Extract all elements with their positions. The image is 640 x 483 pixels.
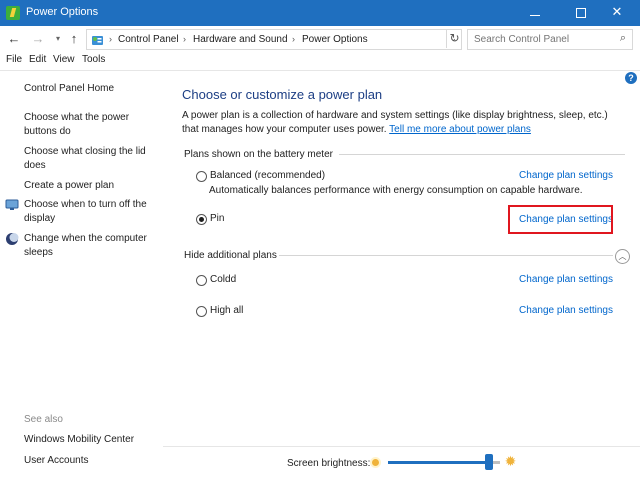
address-field[interactable]: › Control Panel › Hardware and Sound › P… [86,29,462,50]
main-content: ? Choose or customize a power plan A pow… [163,71,640,483]
maximize-icon [576,8,586,18]
sidebar-link-closing-lid[interactable]: Choose what closing the lid does [24,145,154,173]
see-also-heading: See also [24,414,63,425]
sidebar-link-power-buttons[interactable]: Choose what the power buttons do [24,111,154,139]
help-icon[interactable]: ? [625,72,637,84]
minimize-button[interactable] [512,0,558,26]
sidebar-link-control-panel-home[interactable]: Control Panel Home [24,82,154,96]
radio-pin[interactable] [196,214,207,225]
battery-meter-group-header: Plans shown on the battery meter [184,149,333,160]
window-title: Power Options [26,6,99,18]
breadcrumb-control-panel[interactable]: Control Panel [118,34,179,45]
power-options-icon [6,6,20,20]
breadcrumb-hardware-and-sound[interactable]: Hardware and Sound [193,34,288,45]
breadcrumb-separator: › [292,34,295,44]
search-icon[interactable]: ⌕ [620,32,626,45]
minimize-icon [530,15,540,16]
sidebar-link-computer-sleeps[interactable]: Change when the computer sleeps [24,232,154,260]
change-plan-settings-coldd[interactable]: Change plan settings [519,274,613,285]
brightness-slider-track[interactable] [388,461,500,464]
group-divider [279,255,613,256]
menu-file[interactable]: File [6,54,22,65]
hide-additional-plans-header: Hide additional plans [184,250,277,261]
plan-name-balanced[interactable]: Balanced (recommended) [210,170,325,181]
refresh-icon[interactable]: ↻ [446,30,462,48]
display-icon [5,199,19,210]
sidebar-link-mobility-center[interactable]: Windows Mobility Center [24,433,154,447]
group-divider [339,154,625,155]
breadcrumb-power-options[interactable]: Power Options [302,34,368,45]
plan-name-high-all[interactable]: High all [210,305,243,316]
up-arrow-icon[interactable]: ↑ [66,31,82,47]
close-icon: ✕ [611,4,623,19]
sleep-moon-icon [6,233,19,245]
breadcrumb-separator: › [183,34,186,44]
control-panel-icon [92,36,103,45]
forward-arrow-icon[interactable]: → [30,31,46,47]
page-description: A power plan is a collection of hardware… [182,109,622,137]
page-title: Choose or customize a power plan [182,87,383,102]
title-bar: Power Options ✕ [0,0,640,26]
address-bar-row: ← → ▾ ↑ › Control Panel › Hardware and S… [0,26,640,52]
brightness-slider-fill [388,461,489,464]
plan-description-balanced: Automatically balances performance with … [209,185,583,196]
bottom-divider [163,446,640,447]
highlight-annotation-box [508,205,613,234]
close-button[interactable]: ✕ [594,0,640,26]
collapse-chevron-up-icon[interactable]: ︿ [615,249,630,264]
back-arrow-icon[interactable]: ← [6,31,22,47]
bright-brightness-icon: ✹ [504,453,517,469]
brightness-slider-thumb[interactable] [484,454,493,470]
menu-edit[interactable]: Edit [29,54,46,65]
search-input[interactable] [468,30,608,49]
search-box[interactable]: ⌕ [467,29,633,50]
menu-tools[interactable]: Tools [82,54,105,65]
breadcrumb-separator: › [109,34,112,44]
change-plan-settings-balanced[interactable]: Change plan settings [519,170,613,181]
plan-name-pin[interactable]: Pin [210,213,224,224]
screen-brightness-label: Screen brightness: [287,458,371,469]
dim-brightness-icon [370,457,381,468]
radio-balanced[interactable] [196,171,207,182]
radio-coldd[interactable] [196,275,207,286]
radio-high-all[interactable] [196,306,207,317]
recent-locations-chevron-icon[interactable]: ▾ [50,31,66,47]
plan-name-coldd[interactable]: Coldd [210,274,236,285]
sidebar-link-turn-off-display[interactable]: Choose when to turn off the display [24,198,154,226]
tell-me-more-link[interactable]: Tell me more about power plans [389,124,531,135]
sidebar-link-create-plan[interactable]: Create a power plan [24,179,154,193]
sidebar-link-user-accounts[interactable]: User Accounts [24,454,154,468]
menu-view[interactable]: View [53,54,75,65]
menu-bar: File Edit View Tools [0,52,640,70]
change-plan-settings-high-all[interactable]: Change plan settings [519,305,613,316]
sidebar: Control Panel Home Choose what the power… [0,71,163,483]
